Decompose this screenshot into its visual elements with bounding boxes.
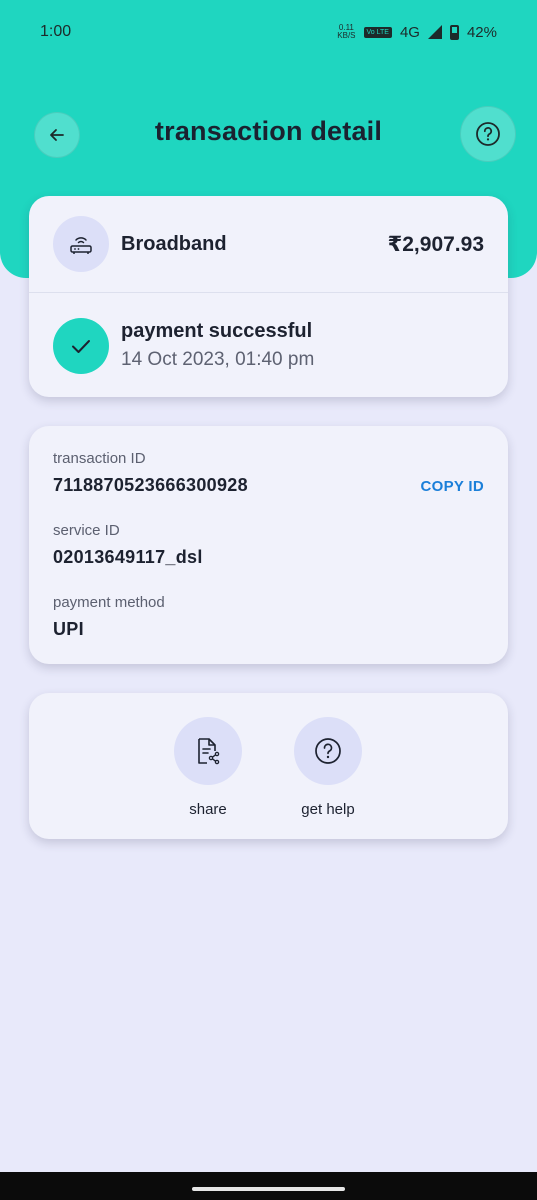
share-button[interactable]: share [158, 717, 258, 818]
status-icons: 0.11 KB/S Vo LTE 4G 42% [337, 24, 497, 41]
page-title: transaction detail [154, 116, 383, 146]
payment-status: payment successful [121, 320, 313, 342]
get-help-label: get help [301, 801, 355, 818]
payment-status-row: payment successful 14 Oct 2023, 01:40 pm [29, 294, 508, 397]
transaction-id-field: transaction ID 7118870523666300928 [53, 450, 248, 496]
status-texts: payment successful 14 Oct 2023, 01:40 pm [121, 320, 314, 371]
help-icon-circle [294, 717, 362, 785]
service-id-label: service ID [53, 522, 120, 539]
get-help-button[interactable]: get help [278, 717, 378, 818]
biller-row: Broadband ₹2,907.93 [29, 196, 508, 293]
status-bar: 1:00 0.11 KB/S Vo LTE 4G 42% [0, 0, 537, 64]
battery-icon [449, 24, 459, 40]
signal-icon [427, 25, 442, 39]
checkmark-icon [72, 339, 90, 353]
transaction-id-value: 7118870523666300928 [53, 475, 248, 495]
network-type: 4G [399, 23, 420, 41]
copy-id-button[interactable]: COPY ID [420, 478, 484, 495]
question-circle-icon [315, 738, 341, 764]
network-speed: 0.11 KB/S [337, 24, 355, 40]
success-badge [53, 317, 109, 374]
volte-icon: Vo LTE [363, 26, 392, 38]
transaction-id-label: transaction ID [53, 450, 146, 467]
service-id-value: 02013649117_dsl [53, 547, 203, 567]
share-receipt-icon [198, 738, 220, 765]
status-time: 1:00 [40, 23, 72, 40]
biller-avatar [53, 216, 109, 272]
payment-datetime: 14 Oct 2023, 01:40 pm [121, 349, 315, 370]
share-label: share [189, 801, 227, 818]
transaction-summary-card: Broadband ₹2,907.93 payment successful 1… [29, 196, 508, 397]
help-button[interactable] [460, 106, 516, 162]
transaction-amount: ₹2,907.93 [387, 232, 484, 256]
service-id-field: service ID 02013649117_dsl [53, 522, 203, 568]
speed-unit: KB/S [337, 31, 356, 40]
biller-name: Broadband [121, 232, 227, 255]
share-icon-circle [174, 717, 242, 785]
payment-method-label: payment method [53, 594, 165, 611]
system-navigation-bar [0, 1172, 537, 1200]
payment-method-value: UPI [53, 619, 84, 639]
router-icon [70, 237, 92, 254]
transaction-details-card: transaction ID 7118870523666300928 COPY … [29, 426, 508, 664]
battery-percent: 42% [466, 23, 497, 41]
payment-method-field: payment method UPI [53, 594, 165, 640]
home-indicator[interactable] [192, 1187, 345, 1191]
question-circle-icon [476, 122, 500, 146]
actions-card: share get help [29, 693, 508, 839]
